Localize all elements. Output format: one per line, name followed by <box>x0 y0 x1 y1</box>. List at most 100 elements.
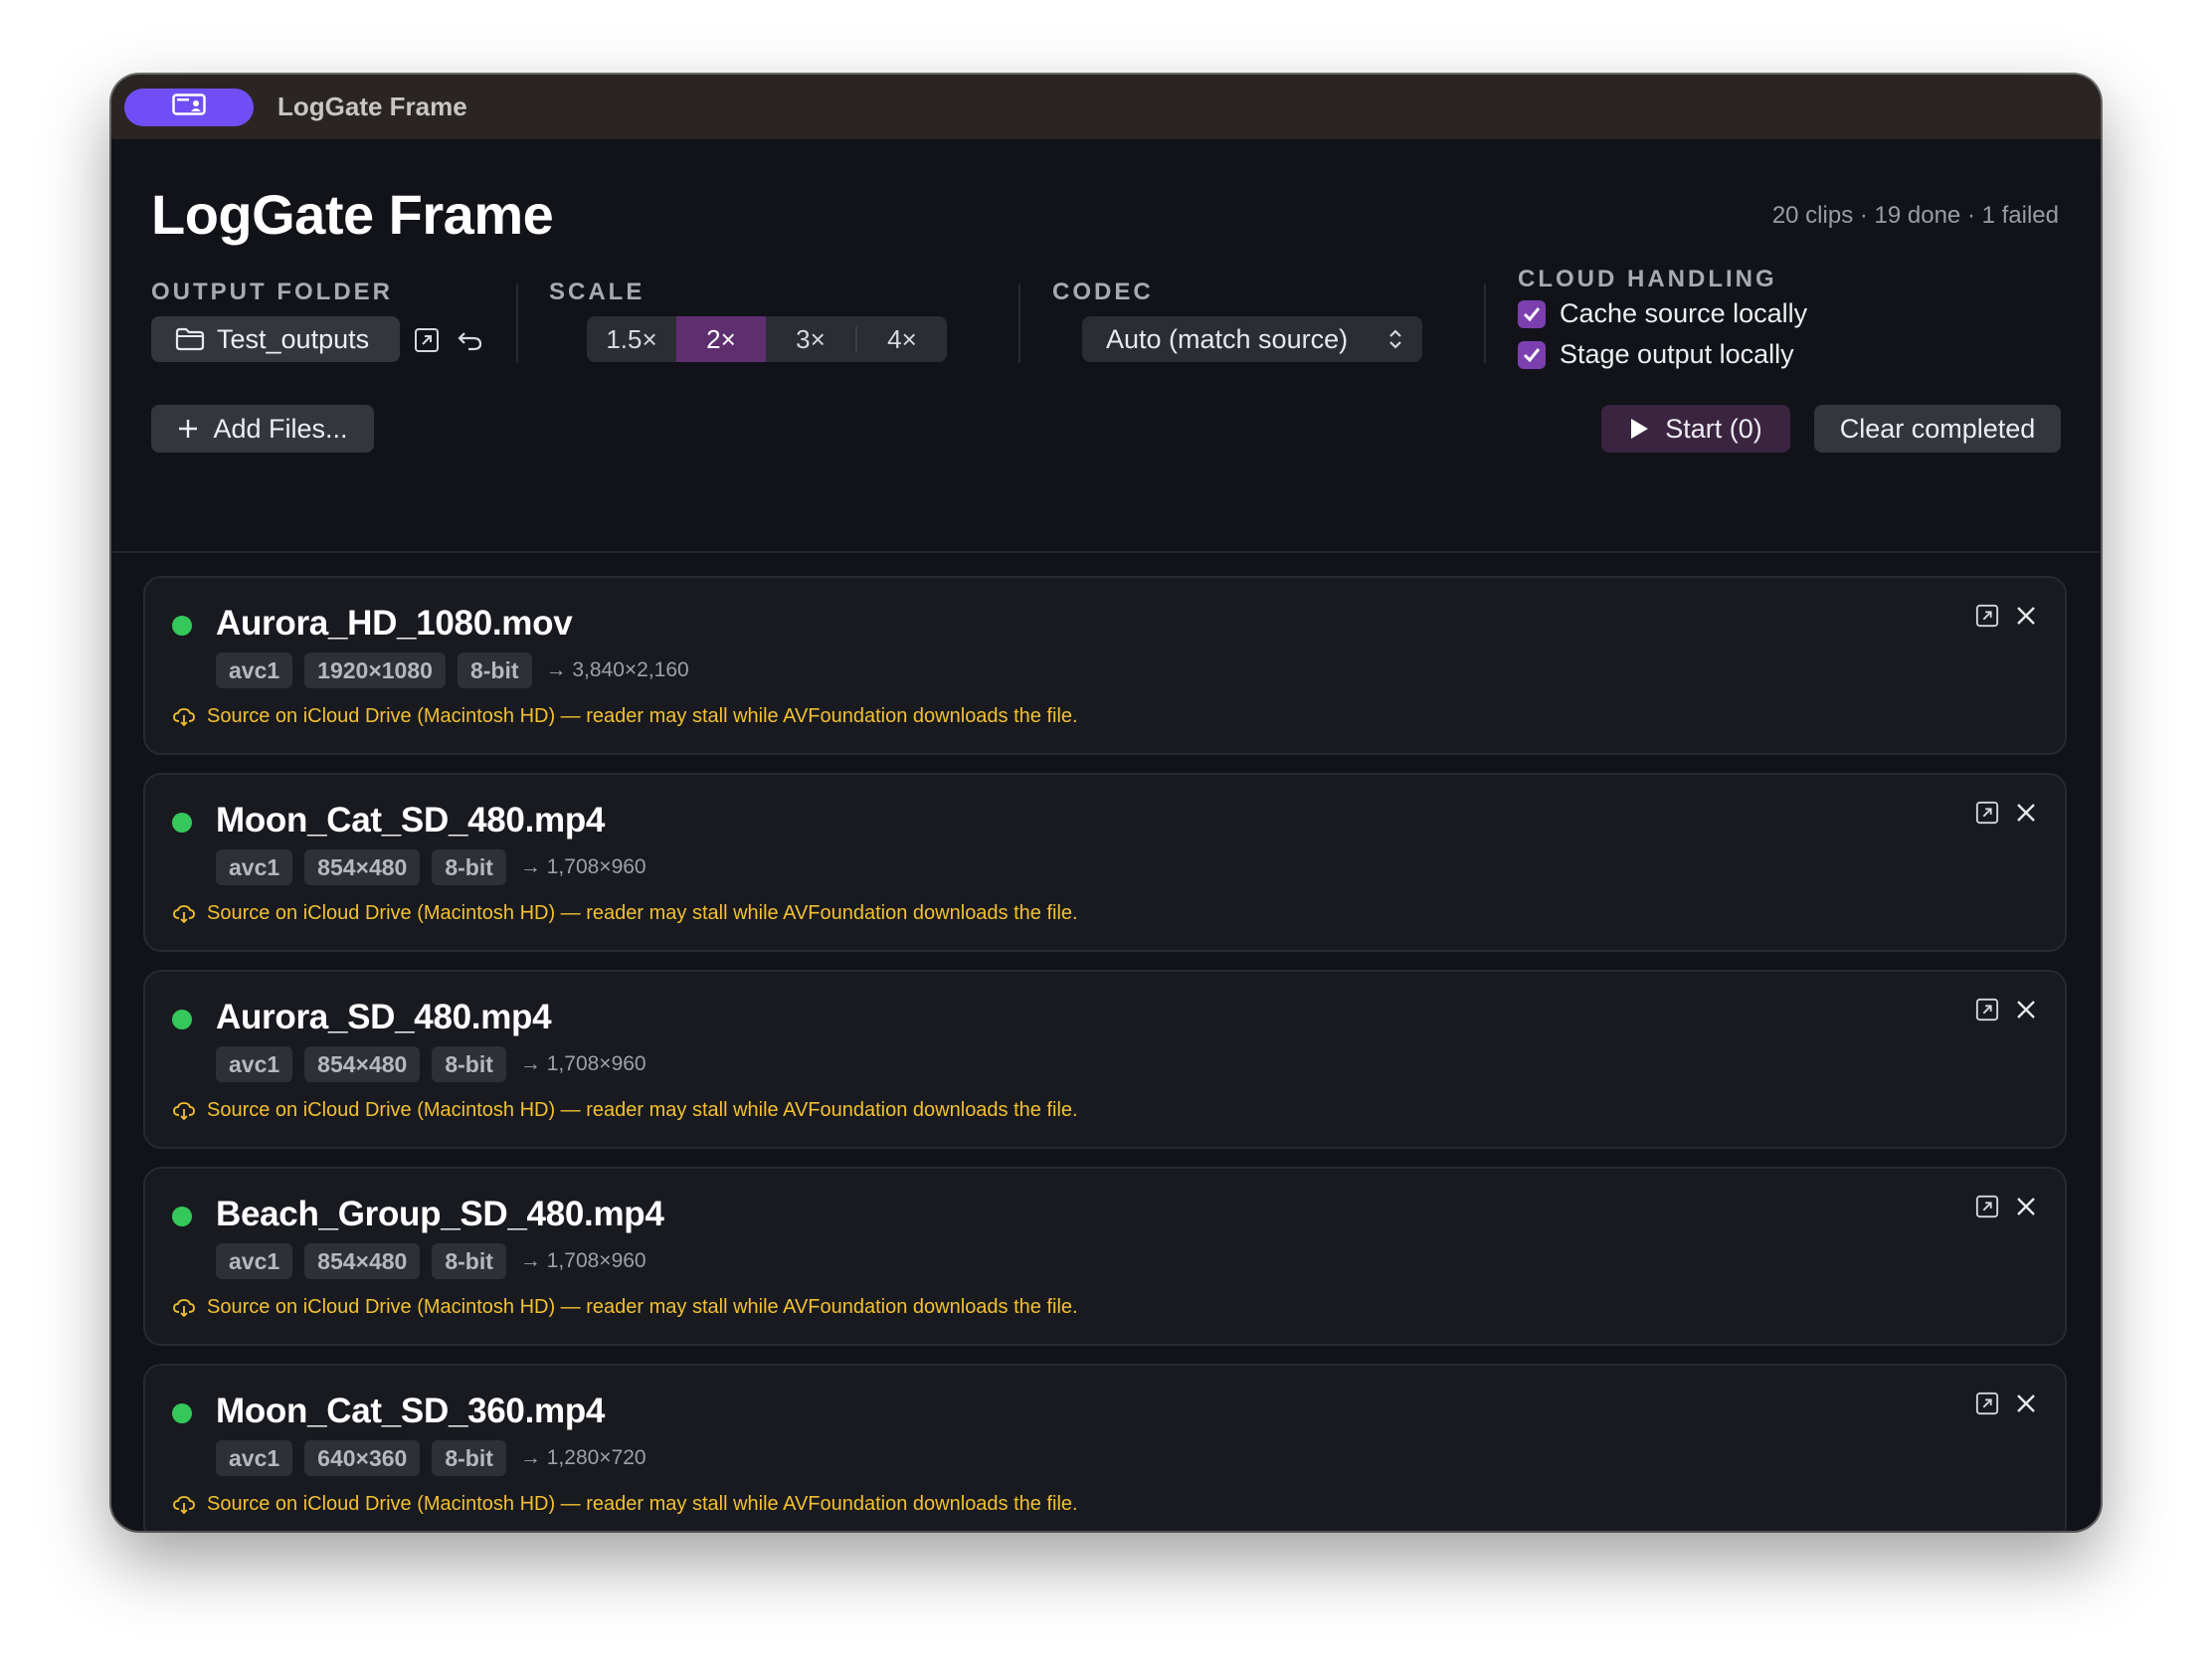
clip-actions <box>1959 998 2037 1022</box>
start-button[interactable]: Start (0) <box>1601 405 1790 453</box>
output-folder-button[interactable]: Test_outputs <box>151 316 400 362</box>
clip-filename: Beach_Group_SD_480.mp4 <box>216 1195 664 1233</box>
scale-label: SCALE <box>549 279 645 305</box>
cloud-download-icon <box>173 1298 195 1317</box>
warning-text: Source on iCloud Drive (Macintosh HD) — … <box>207 705 1078 727</box>
cloud-download-icon <box>173 1495 195 1514</box>
output-folder-name: Test_outputs <box>217 323 370 354</box>
queue-summary: 20 clips · 19 done · 1 failed <box>1771 202 2059 229</box>
app-window: LogGate Frame LogGate Frame 20 clips · 1… <box>111 75 2101 1531</box>
header-panel: LogGate Frame 20 clips · 19 done · 1 fai… <box>111 75 2101 553</box>
clip-card[interactable]: Aurora_SD_480.mp4 avc1 854×480 8-bit → 1… <box>143 970 2067 1149</box>
scale-option-4x[interactable]: 4× <box>857 316 947 362</box>
codec-select[interactable]: Auto (match source) <box>1082 316 1422 362</box>
bitdepth-badge: 8-bit <box>432 1243 506 1279</box>
codec-badge: avc1 <box>216 653 293 688</box>
close-icon <box>2017 1001 2035 1019</box>
warning-text: Source on iCloud Drive (Macintosh HD) — … <box>207 1493 1078 1515</box>
clip-actions <box>1959 1392 2037 1415</box>
play-icon <box>1629 418 1649 440</box>
cloud-download-icon <box>173 707 195 726</box>
clip-card[interactable]: Aurora_HD_1080.mov avc1 1920×1080 8-bit … <box>143 576 2067 755</box>
clip-card[interactable]: Beach_Group_SD_480.mp4 avc1 854×480 8-bi… <box>143 1167 2067 1346</box>
reveal-clip-button[interactable] <box>1975 998 1999 1022</box>
icloud-warning: Source on iCloud Drive (Macintosh HD) — … <box>173 902 1078 925</box>
clip-list[interactable]: Aurora_HD_1080.mov avc1 1920×1080 8-bit … <box>111 553 2101 1531</box>
scale-option-2x[interactable]: 2× <box>676 316 766 362</box>
reveal-icon <box>1975 1195 1999 1218</box>
codec-badge: avc1 <box>216 1046 293 1082</box>
remove-clip-button[interactable] <box>2015 605 2037 627</box>
clip-tags: avc1 854×480 8-bit → 1,708×960 <box>216 1046 646 1082</box>
output-resolution: → 1,280×720 <box>519 1446 646 1469</box>
resolution-badge: 640×360 <box>304 1440 421 1476</box>
clip-filename: Aurora_HD_1080.mov <box>216 604 573 643</box>
close-icon <box>2017 1395 2035 1412</box>
resolution-badge: 1920×1080 <box>304 653 446 688</box>
clip-tags: avc1 640×360 8-bit → 1,280×720 <box>216 1440 646 1476</box>
clip-card[interactable]: Moon_Cat_SD_360.mp4 avc1 640×360 8-bit →… <box>143 1364 2067 1531</box>
reveal-clip-button[interactable] <box>1975 801 1999 825</box>
undo-icon <box>457 327 484 353</box>
stage-output-checkbox[interactable] <box>1518 340 1546 369</box>
bitdepth-badge: 8-bit <box>432 1046 506 1082</box>
close-icon <box>2017 1198 2035 1215</box>
icloud-warning: Source on iCloud Drive (Macintosh HD) — … <box>173 1296 1078 1319</box>
close-icon <box>2017 607 2035 625</box>
stage-output-option[interactable]: Stage output locally <box>1518 339 1794 370</box>
clip-tags: avc1 854×480 8-bit → 1,708×960 <box>216 849 646 885</box>
divider <box>1484 283 1486 363</box>
cache-source-checkbox[interactable] <box>1518 299 1546 328</box>
scale-option-3x[interactable]: 3× <box>766 316 855 362</box>
reveal-icon <box>414 327 440 353</box>
cloud-download-icon <box>173 904 195 923</box>
cache-source-label: Cache source locally <box>1560 298 1808 328</box>
divider <box>1018 283 1020 363</box>
clip-card[interactable]: Moon_Cat_SD_480.mp4 avc1 854×480 8-bit →… <box>143 773 2067 952</box>
clip-filename: Moon_Cat_SD_360.mp4 <box>216 1392 606 1430</box>
resolution-badge: 854×480 <box>304 1243 421 1279</box>
icloud-warning: Source on iCloud Drive (Macintosh HD) — … <box>173 705 1078 728</box>
scale-option-1-5x[interactable]: 1.5× <box>587 316 676 362</box>
reveal-icon <box>1975 1392 1999 1415</box>
resolution-badge: 854×480 <box>304 1046 421 1082</box>
clip-actions <box>1959 801 2037 825</box>
clip-filename: Moon_Cat_SD_480.mp4 <box>216 801 606 840</box>
output-resolution: → 3,840×2,160 <box>545 658 689 681</box>
reveal-icon <box>1975 998 1999 1022</box>
clear-completed-button[interactable]: Clear completed <box>1814 405 2061 453</box>
scale-segmented-control: 1.5× 2× 3× 4× <box>587 316 947 362</box>
reveal-clip-button[interactable] <box>1975 1195 1999 1218</box>
clip-tags: avc1 1920×1080 8-bit → 3,840×2,160 <box>216 653 689 688</box>
reveal-clip-button[interactable] <box>1975 604 1999 628</box>
add-files-button[interactable]: Add Files... <box>151 405 374 453</box>
warning-text: Source on iCloud Drive (Macintosh HD) — … <box>207 1099 1078 1121</box>
remove-clip-button[interactable] <box>2015 999 2037 1021</box>
reset-folder-button[interactable] <box>456 326 485 354</box>
clip-filename: Aurora_SD_480.mp4 <box>216 998 552 1036</box>
cloud-download-icon <box>173 1101 195 1120</box>
stage-output-label: Stage output locally <box>1560 339 1794 369</box>
codec-badge: avc1 <box>216 1243 293 1279</box>
reveal-icon <box>1975 604 1999 628</box>
cache-source-option[interactable]: Cache source locally <box>1518 298 1807 329</box>
folder-icon <box>175 327 205 351</box>
reveal-clip-button[interactable] <box>1975 1392 1999 1415</box>
icloud-warning: Source on iCloud Drive (Macintosh HD) — … <box>173 1099 1078 1122</box>
reveal-folder-button[interactable] <box>413 326 441 354</box>
warning-text: Source on iCloud Drive (Macintosh HD) — … <box>207 1296 1078 1318</box>
page-title: LogGate Frame <box>151 183 554 246</box>
bitdepth-badge: 8-bit <box>432 849 506 885</box>
close-icon <box>2017 804 2035 822</box>
resolution-badge: 854×480 <box>304 849 421 885</box>
remove-clip-button[interactable] <box>2015 1393 2037 1414</box>
output-resolution: → 1,708×960 <box>519 855 646 878</box>
status-dot <box>172 1403 192 1423</box>
plus-icon <box>177 418 199 440</box>
remove-clip-button[interactable] <box>2015 1196 2037 1217</box>
remove-clip-button[interactable] <box>2015 802 2037 824</box>
add-files-label: Add Files... <box>213 413 348 444</box>
output-folder-label: OUTPUT FOLDER <box>151 279 393 305</box>
reveal-icon <box>1975 801 1999 825</box>
output-resolution: → 1,708×960 <box>519 1052 646 1075</box>
